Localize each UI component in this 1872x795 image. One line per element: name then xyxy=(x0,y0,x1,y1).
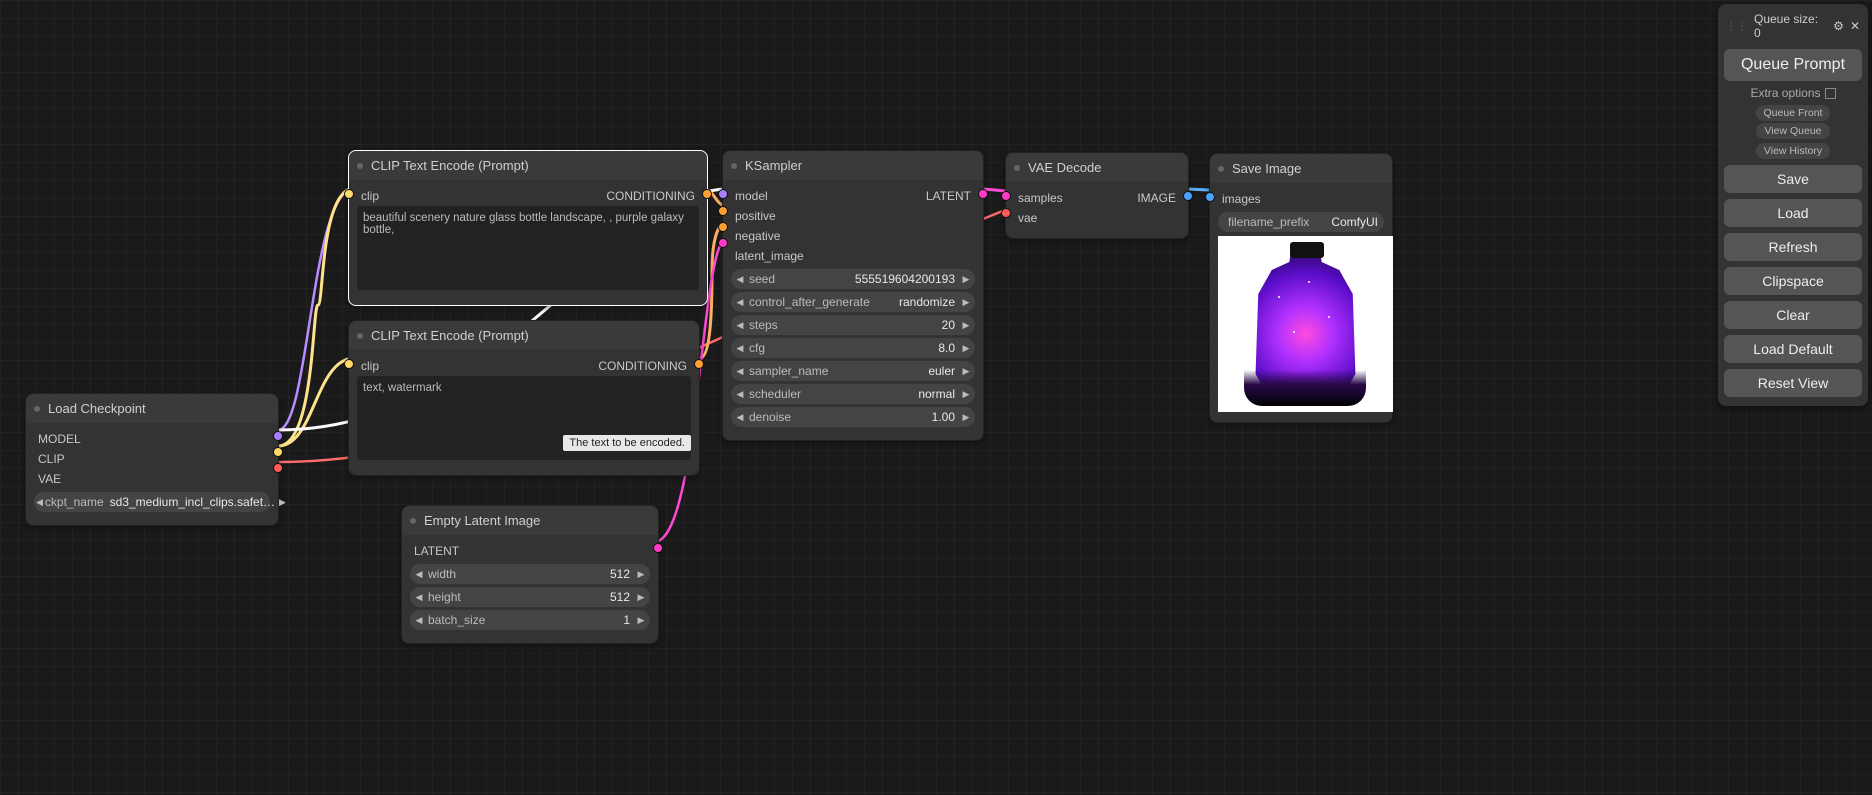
view-queue-button[interactable]: View Queue xyxy=(1756,123,1829,139)
save-button[interactable]: Save xyxy=(1724,165,1862,193)
output-conditioning: CONDITIONING xyxy=(606,189,695,203)
chevron-right-icon[interactable]: ▶ xyxy=(959,297,973,308)
chevron-right-icon[interactable]: ▶ xyxy=(959,274,973,285)
chevron-right-icon[interactable]: ▶ xyxy=(959,343,973,354)
chevron-left-icon[interactable]: ◀ xyxy=(733,297,747,308)
param-sampler_name[interactable]: ◀sampler_nameeuler▶ xyxy=(731,361,975,381)
param-control_after_generate[interactable]: ◀control_after_generaterandomize▶ xyxy=(731,292,975,312)
refresh-button[interactable]: Refresh xyxy=(1724,233,1862,261)
input-latent-image: latent_image xyxy=(735,249,804,263)
chevron-left-icon[interactable]: ◀ xyxy=(733,412,747,423)
param-seed[interactable]: ◀seed555519604200193▶ xyxy=(731,269,975,289)
chevron-left-icon[interactable]: ◀ xyxy=(733,343,747,354)
queue-size-label: Queue size: 0 xyxy=(1754,12,1827,40)
node-clip-text-encode-positive[interactable]: CLIP Text Encode (Prompt) clip CONDITION… xyxy=(348,150,708,306)
node-title[interactable]: Empty Latent Image xyxy=(402,506,658,535)
input-samples: samples xyxy=(1018,191,1063,205)
chevron-left-icon[interactable]: ◀ xyxy=(733,389,747,400)
load-default-button[interactable]: Load Default xyxy=(1724,335,1862,363)
node-title[interactable]: KSampler xyxy=(723,151,983,180)
node-empty-latent-image[interactable]: Empty Latent Image LATENT ◀width512▶ ◀hei… xyxy=(401,505,659,644)
chevron-right-icon[interactable]: ▶ xyxy=(959,412,973,423)
output-vae: VAE xyxy=(38,472,61,486)
drag-handle-icon[interactable]: ⋮⋮ xyxy=(1726,21,1748,32)
input-positive: positive xyxy=(735,209,776,223)
param-steps[interactable]: ◀steps20▶ xyxy=(731,315,975,335)
chevron-left-icon[interactable]: ◀ xyxy=(412,615,426,626)
input-model: model xyxy=(735,189,768,203)
node-ksampler[interactable]: KSampler model LATENT positive negative … xyxy=(722,150,984,441)
clear-button[interactable]: Clear xyxy=(1724,301,1862,329)
node-title[interactable]: VAE Decode xyxy=(1006,153,1188,182)
param-scheduler[interactable]: ◀schedulernormal▶ xyxy=(731,384,975,404)
close-icon[interactable]: ✕ xyxy=(1850,19,1860,33)
node-save-image[interactable]: Save Image images filename_prefix ComfyU… xyxy=(1209,153,1393,423)
node-title[interactable]: CLIP Text Encode (Prompt) xyxy=(349,321,699,350)
tooltip: The text to be encoded. xyxy=(563,435,691,451)
param-cfg[interactable]: ◀cfg8.0▶ xyxy=(731,338,975,358)
chevron-right-icon[interactable]: ▶ xyxy=(279,497,286,508)
param-ckpt-name[interactable]: ◀ ckpt_name sd3_medium_incl_clips.safet…… xyxy=(34,492,270,512)
output-clip: CLIP xyxy=(38,452,65,466)
clipspace-button[interactable]: Clipspace xyxy=(1724,267,1862,295)
queue-front-button[interactable]: Queue Front xyxy=(1756,105,1831,121)
node-load-checkpoint[interactable]: Load Checkpoint MODEL CLIP VAE ◀ ckpt_na… xyxy=(25,393,279,526)
chevron-left-icon[interactable]: ◀ xyxy=(733,320,747,331)
chevron-right-icon[interactable]: ▶ xyxy=(634,615,648,626)
output-model: MODEL xyxy=(38,432,81,446)
queue-prompt-button[interactable]: Queue Prompt xyxy=(1724,49,1862,81)
node-clip-text-encode-negative[interactable]: CLIP Text Encode (Prompt) clip CONDITION… xyxy=(348,320,700,476)
chevron-left-icon[interactable]: ◀ xyxy=(412,569,426,580)
view-history-button[interactable]: View History xyxy=(1756,143,1830,159)
output-latent: LATENT xyxy=(926,189,971,203)
output-image: IMAGE xyxy=(1137,191,1176,205)
chevron-left-icon[interactable]: ◀ xyxy=(733,366,747,377)
param-height[interactable]: ◀height512▶ xyxy=(410,587,650,607)
gear-icon[interactable]: ⚙ xyxy=(1833,19,1844,33)
chevron-left-icon[interactable]: ◀ xyxy=(36,497,43,508)
control-panel[interactable]: ⋮⋮ Queue size: 0 ⚙ ✕ Queue Prompt Extra … xyxy=(1718,4,1868,406)
param-filename-prefix[interactable]: filename_prefix ComfyUI xyxy=(1218,212,1384,232)
node-vae-decode[interactable]: VAE Decode samples IMAGE vae xyxy=(1005,152,1189,239)
extra-options-label: Extra options xyxy=(1750,86,1820,100)
chevron-left-icon[interactable]: ◀ xyxy=(412,592,426,603)
chevron-right-icon[interactable]: ▶ xyxy=(959,320,973,331)
reset-view-button[interactable]: Reset View xyxy=(1724,369,1862,397)
input-vae: vae xyxy=(1018,211,1037,225)
node-title[interactable]: Load Checkpoint xyxy=(26,394,278,423)
extra-options-checkbox[interactable] xyxy=(1825,88,1836,99)
output-preview-image[interactable] xyxy=(1218,236,1393,412)
param-denoise[interactable]: ◀denoise1.00▶ xyxy=(731,407,975,427)
output-latent: LATENT xyxy=(414,544,459,558)
prompt-textarea[interactable] xyxy=(357,206,699,290)
chevron-right-icon[interactable]: ▶ xyxy=(959,366,973,377)
param-batch_size[interactable]: ◀batch_size1▶ xyxy=(410,610,650,630)
chevron-right-icon[interactable]: ▶ xyxy=(634,592,648,603)
input-clip: clip xyxy=(361,189,379,203)
output-conditioning: CONDITIONING xyxy=(598,359,687,373)
param-width[interactable]: ◀width512▶ xyxy=(410,564,650,584)
node-title[interactable]: Save Image xyxy=(1210,154,1392,183)
chevron-right-icon[interactable]: ▶ xyxy=(959,389,973,400)
chevron-left-icon[interactable]: ◀ xyxy=(733,274,747,285)
input-clip: clip xyxy=(361,359,379,373)
chevron-right-icon[interactable]: ▶ xyxy=(634,569,648,580)
input-images: images xyxy=(1222,192,1261,206)
load-button[interactable]: Load xyxy=(1724,199,1862,227)
input-negative: negative xyxy=(735,229,780,243)
node-title[interactable]: CLIP Text Encode (Prompt) xyxy=(349,151,707,180)
